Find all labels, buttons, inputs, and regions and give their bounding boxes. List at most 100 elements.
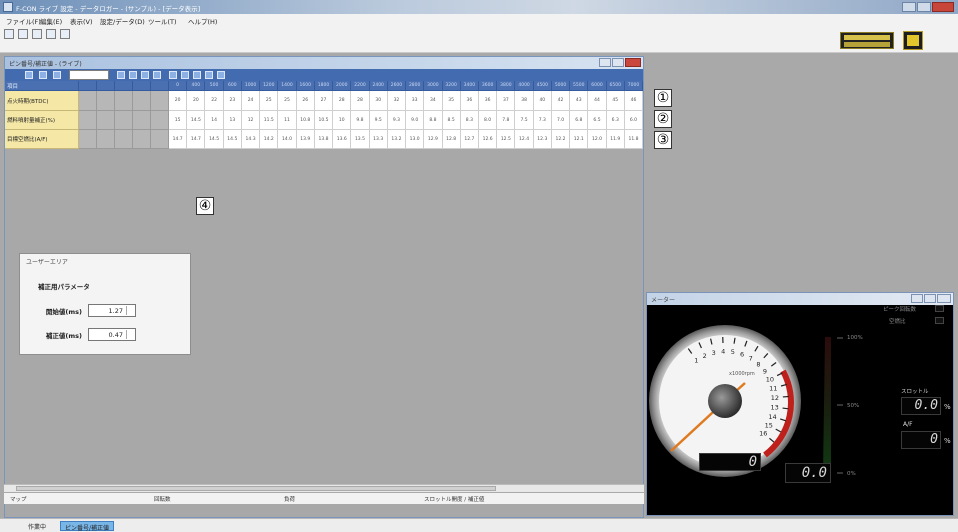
table-cell[interactable]: 44 [588, 91, 607, 111]
table-cell[interactable]: 14.2 [260, 130, 279, 149]
menu-view[interactable]: 表示(V) [70, 16, 93, 26]
table-cell[interactable]: 13.8 [314, 130, 334, 149]
menu-help[interactable]: ヘルプ(H) [188, 16, 217, 26]
tool-icon-5[interactable] [129, 71, 137, 79]
tool-icon-10[interactable] [193, 71, 201, 79]
table-cell[interactable]: 7.0 [551, 111, 571, 130]
table-cell[interactable]: 34 [424, 91, 443, 111]
minimize-button[interactable] [902, 2, 916, 12]
table-cell[interactable]: 13.3 [369, 130, 388, 149]
tool-icon-9[interactable] [181, 71, 189, 79]
table-cell[interactable]: 25 [278, 91, 297, 111]
table-cell[interactable]: 12.0 [588, 130, 607, 149]
table-cell[interactable]: 11.8 [624, 130, 644, 149]
table-cell[interactable]: 28 [333, 91, 352, 111]
close-button[interactable] [932, 2, 954, 12]
save-icon[interactable] [32, 29, 42, 39]
table-cell[interactable]: 12.6 [478, 130, 498, 149]
table-cell[interactable]: 14.7 [187, 130, 206, 149]
table-cell[interactable]: 20 [169, 91, 188, 111]
table-cell[interactable]: 9.5 [369, 111, 388, 130]
tool-icon-11[interactable] [205, 71, 213, 79]
table-cell[interactable]: 14.5 [223, 130, 242, 149]
table-cell[interactable]: 26 [296, 91, 315, 111]
table-cell[interactable]: 6.3 [606, 111, 625, 130]
table-cell[interactable]: 27 [314, 91, 334, 111]
table-cell[interactable]: 13.9 [296, 130, 315, 149]
meter-close-button[interactable] [937, 294, 951, 303]
taskbar-item-map[interactable]: ピン番号/補正値 [60, 521, 115, 532]
tool-icon-2[interactable] [39, 71, 47, 79]
table-cell[interactable]: 14.3 [241, 130, 261, 149]
table-cell[interactable]: 13.2 [387, 130, 407, 149]
table-cell[interactable]: 14.5 [205, 130, 224, 149]
table-cell[interactable]: 12 [241, 111, 261, 130]
table-cell[interactable]: 7.5 [515, 111, 534, 130]
maximize-button[interactable] [917, 2, 931, 12]
table-cell[interactable]: 38 [515, 91, 534, 111]
table-cell[interactable]: 6.8 [570, 111, 589, 130]
table-cell[interactable]: 23 [223, 91, 242, 111]
table-cell[interactable]: 11 [278, 111, 297, 130]
table-cell[interactable]: 20 [187, 91, 206, 111]
table-cell[interactable]: 36 [460, 91, 479, 111]
table-cell[interactable]: 14.7 [169, 130, 188, 149]
table-cell[interactable]: 6.0 [624, 111, 644, 130]
tool-icon-12[interactable] [217, 71, 225, 79]
table-cell[interactable]: 43 [570, 91, 589, 111]
table-cell[interactable]: 25 [260, 91, 279, 111]
table-cell[interactable]: 10 [333, 111, 352, 130]
child-close-button[interactable] [625, 58, 641, 67]
horizontal-scrollbar[interactable] [4, 484, 644, 492]
table-cell[interactable]: 36 [478, 91, 498, 111]
taskbar-item-work[interactable]: 作業中 [24, 521, 50, 531]
table-cell[interactable]: 13 [223, 111, 242, 130]
table-cell[interactable]: 7.8 [497, 111, 516, 130]
table-cell[interactable]: 13.0 [406, 130, 425, 149]
table-cell[interactable]: 14.0 [278, 130, 297, 149]
table-cell[interactable]: 12.7 [460, 130, 479, 149]
table-cell[interactable]: 9.0 [406, 111, 425, 130]
table-cell[interactable]: 30 [369, 91, 388, 111]
menu-edit[interactable]: 編集(E) [40, 16, 62, 26]
map-select[interactable] [69, 70, 109, 80]
table-cell[interactable]: 10.8 [296, 111, 315, 130]
table-cell[interactable]: 42 [551, 91, 571, 111]
table-cell[interactable]: 12.4 [515, 130, 534, 149]
table-cell[interactable]: 12.3 [533, 130, 552, 149]
correction-value-input[interactable]: 0.47 [88, 328, 136, 341]
new-icon[interactable] [4, 29, 14, 39]
child-maximize-button[interactable] [612, 58, 624, 67]
table-cell[interactable]: 24 [241, 91, 261, 111]
table-cell[interactable]: 45 [606, 91, 625, 111]
table-cell[interactable]: 11.9 [606, 130, 625, 149]
child-minimize-button[interactable] [599, 58, 611, 67]
table-cell[interactable]: 12.2 [551, 130, 571, 149]
table-cell[interactable]: 12.9 [424, 130, 443, 149]
table-cell[interactable]: 8.0 [478, 111, 498, 130]
table-cell[interactable]: 33 [406, 91, 425, 111]
help-icon[interactable] [60, 29, 70, 39]
table-cell[interactable]: 40 [533, 91, 552, 111]
table-cell[interactable]: 7.3 [533, 111, 552, 130]
table-cell[interactable]: 12.8 [442, 130, 461, 149]
spin-icon[interactable] [126, 330, 134, 339]
open-icon[interactable] [18, 29, 28, 39]
tool-icon-3[interactable] [53, 71, 61, 79]
spin-icon[interactable] [126, 306, 134, 315]
table-cell[interactable]: 6.5 [588, 111, 607, 130]
table-cell[interactable]: 8.3 [460, 111, 479, 130]
menu-file[interactable]: ファイル(F) [6, 16, 41, 26]
table-cell[interactable]: 9.8 [351, 111, 370, 130]
tool-icon-4[interactable] [117, 71, 125, 79]
table-cell[interactable]: 32 [387, 91, 407, 111]
menu-settings[interactable]: 設定/データ(D) [100, 16, 145, 26]
print-icon[interactable] [46, 29, 56, 39]
table-cell[interactable]: 13.6 [333, 130, 352, 149]
table-cell[interactable]: 14 [205, 111, 224, 130]
table-cell[interactable]: 10.5 [314, 111, 334, 130]
table-cell[interactable]: 12.5 [497, 130, 516, 149]
table-cell[interactable]: 11.5 [260, 111, 279, 130]
table-cell[interactable]: 13.5 [351, 130, 370, 149]
tool-icon-1[interactable] [25, 71, 33, 79]
